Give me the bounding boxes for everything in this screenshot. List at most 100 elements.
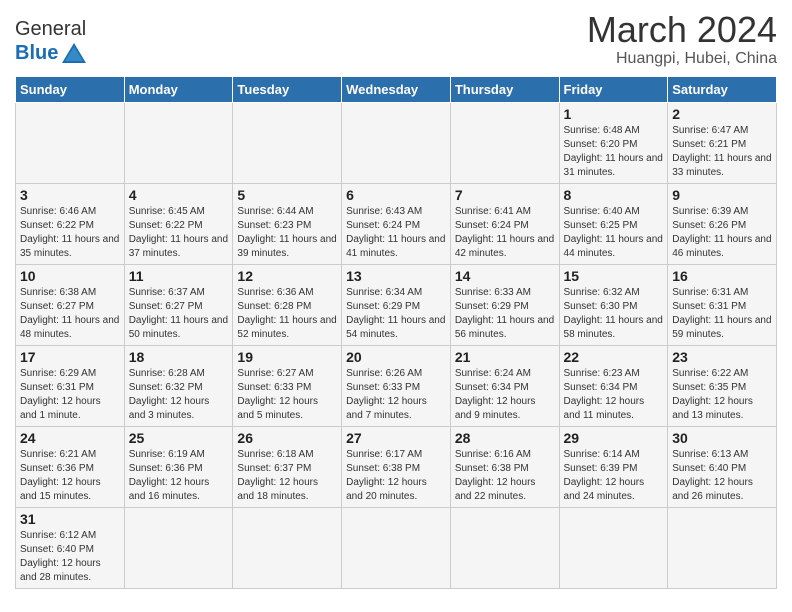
- day-info: Sunrise: 6:27 AM Sunset: 6:33 PM Dayligh…: [237, 367, 337, 423]
- calendar-week-row: 10 Sunrise: 6:38 AM Sunset: 6:27 PM Dayli…: [16, 264, 777, 345]
- page-header: General Blue March 2024 Huangpi, Hubei, …: [15, 10, 777, 68]
- day-info: Sunrise: 6:33 AM Sunset: 6:29 PM Dayligh…: [455, 286, 555, 342]
- day-number: 30: [672, 430, 772, 446]
- day-number: 19: [237, 349, 337, 365]
- calendar-cell: 25Sunrise: 6:19 AM Sunset: 6:36 PM Dayli…: [124, 426, 233, 507]
- day-info: Sunrise: 6:29 AM Sunset: 6:31 PM Dayligh…: [20, 367, 120, 423]
- calendar-cell: 9Sunrise: 6:39 AM Sunset: 6:26 PM Daylig…: [668, 183, 777, 264]
- calendar-cell: 6 Sunrise: 6:43 AM Sunset: 6:24 PM Daylig…: [342, 183, 451, 264]
- calendar-cell: 5Sunrise: 6:44 AM Sunset: 6:23 PM Daylig…: [233, 183, 342, 264]
- calendar-cell: [668, 507, 777, 588]
- day-info: Sunrise: 6:36 AM Sunset: 6:28 PM Dayligh…: [237, 286, 337, 342]
- calendar-cell: 24 Sunrise: 6:21 AM Sunset: 6:36 PM Dayli…: [16, 426, 125, 507]
- day-info: Sunrise: 6:38 AM Sunset: 6:27 PM Dayligh…: [20, 286, 120, 342]
- day-number: 12: [237, 268, 337, 284]
- calendar-cell: 28Sunrise: 6:16 AM Sunset: 6:38 PM Dayli…: [450, 426, 559, 507]
- calendar-cell: 1 Sunrise: 6:48 AM Sunset: 6:20 PM Daylig…: [559, 102, 668, 183]
- day-info: Sunrise: 6:45 AM Sunset: 6:22 PM Dayligh…: [129, 205, 229, 261]
- calendar-table: SundayMondayTuesdayWednesdayThursdayFrid…: [15, 76, 777, 589]
- calendar-cell: [342, 507, 451, 588]
- day-info: Sunrise: 6:23 AM Sunset: 6:34 PM Dayligh…: [564, 367, 664, 423]
- calendar-cell: 21Sunrise: 6:24 AM Sunset: 6:34 PM Dayli…: [450, 345, 559, 426]
- day-number: 6: [346, 187, 446, 203]
- calendar-cell: [450, 507, 559, 588]
- day-number: 17: [20, 349, 120, 365]
- weekday-header: Friday: [559, 76, 668, 102]
- day-number: 20: [346, 349, 446, 365]
- day-info: Sunrise: 6:41 AM Sunset: 6:24 PM Dayligh…: [455, 205, 555, 261]
- day-number: 23: [672, 349, 772, 365]
- day-number: 31: [20, 511, 120, 527]
- calendar-cell: [233, 102, 342, 183]
- calendar-cell: 8Sunrise: 6:40 AM Sunset: 6:25 PM Daylig…: [559, 183, 668, 264]
- logo-blue: Blue: [15, 42, 58, 65]
- logo-icon: [60, 41, 88, 65]
- day-info: Sunrise: 6:44 AM Sunset: 6:23 PM Dayligh…: [237, 205, 337, 261]
- weekday-header: Tuesday: [233, 76, 342, 102]
- day-info: Sunrise: 6:18 AM Sunset: 6:37 PM Dayligh…: [237, 448, 337, 504]
- day-number: 13: [346, 268, 446, 284]
- title-block: March 2024 Huangpi, Hubei, China: [587, 10, 777, 68]
- calendar-cell: 31 Sunrise: 6:12 AM Sunset: 6:40 PM Dayli…: [16, 507, 125, 588]
- calendar-cell: 22Sunrise: 6:23 AM Sunset: 6:34 PM Dayli…: [559, 345, 668, 426]
- day-info: Sunrise: 6:22 AM Sunset: 6:35 PM Dayligh…: [672, 367, 772, 423]
- calendar-cell: 23 Sunrise: 6:22 AM Sunset: 6:35 PM Dayli…: [668, 345, 777, 426]
- calendar-cell: [16, 102, 125, 183]
- day-info: Sunrise: 6:21 AM Sunset: 6:36 PM Dayligh…: [20, 448, 120, 504]
- weekday-header: Thursday: [450, 76, 559, 102]
- calendar-cell: 20 Sunrise: 6:26 AM Sunset: 6:33 PM Dayli…: [342, 345, 451, 426]
- calendar-cell: 17 Sunrise: 6:29 AM Sunset: 6:31 PM Dayli…: [16, 345, 125, 426]
- calendar-cell: [342, 102, 451, 183]
- calendar-week-row: 1 Sunrise: 6:48 AM Sunset: 6:20 PM Daylig…: [16, 102, 777, 183]
- calendar-cell: 29Sunrise: 6:14 AM Sunset: 6:39 PM Dayli…: [559, 426, 668, 507]
- calendar-cell: [124, 102, 233, 183]
- calendar-header-row: SundayMondayTuesdayWednesdayThursdayFrid…: [16, 76, 777, 102]
- weekday-header: Monday: [124, 76, 233, 102]
- day-number: 26: [237, 430, 337, 446]
- day-info: Sunrise: 6:19 AM Sunset: 6:36 PM Dayligh…: [129, 448, 229, 504]
- calendar-cell: 7 Sunrise: 6:41 AM Sunset: 6:24 PM Daylig…: [450, 183, 559, 264]
- logo: General Blue: [15, 18, 88, 65]
- day-number: 18: [129, 349, 229, 365]
- day-info: Sunrise: 6:34 AM Sunset: 6:29 PM Dayligh…: [346, 286, 446, 342]
- day-info: Sunrise: 6:48 AM Sunset: 6:20 PM Dayligh…: [564, 124, 664, 180]
- day-info: Sunrise: 6:17 AM Sunset: 6:38 PM Dayligh…: [346, 448, 446, 504]
- calendar-cell: [559, 507, 668, 588]
- day-number: 1: [564, 106, 664, 122]
- location-title: Huangpi, Hubei, China: [587, 50, 777, 68]
- calendar-cell: 3Sunrise: 6:46 AM Sunset: 6:22 PM Daylig…: [16, 183, 125, 264]
- calendar-week-row: 17 Sunrise: 6:29 AM Sunset: 6:31 PM Dayli…: [16, 345, 777, 426]
- day-info: Sunrise: 6:47 AM Sunset: 6:21 PM Dayligh…: [672, 124, 772, 180]
- calendar-cell: [124, 507, 233, 588]
- weekday-header: Saturday: [668, 76, 777, 102]
- day-number: 28: [455, 430, 555, 446]
- day-number: 15: [564, 268, 664, 284]
- day-info: Sunrise: 6:40 AM Sunset: 6:25 PM Dayligh…: [564, 205, 664, 261]
- calendar-cell: 15 Sunrise: 6:32 AM Sunset: 6:30 PM Dayli…: [559, 264, 668, 345]
- calendar-week-row: 31 Sunrise: 6:12 AM Sunset: 6:40 PM Dayli…: [16, 507, 777, 588]
- calendar-cell: 26 Sunrise: 6:18 AM Sunset: 6:37 PM Dayli…: [233, 426, 342, 507]
- day-number: 10: [20, 268, 120, 284]
- day-info: Sunrise: 6:14 AM Sunset: 6:39 PM Dayligh…: [564, 448, 664, 504]
- weekday-header: Sunday: [16, 76, 125, 102]
- day-info: Sunrise: 6:31 AM Sunset: 6:31 PM Dayligh…: [672, 286, 772, 342]
- day-info: Sunrise: 6:12 AM Sunset: 6:40 PM Dayligh…: [20, 529, 120, 585]
- calendar-cell: 2Sunrise: 6:47 AM Sunset: 6:21 PM Daylig…: [668, 102, 777, 183]
- day-number: 11: [129, 268, 229, 284]
- day-info: Sunrise: 6:37 AM Sunset: 6:27 PM Dayligh…: [129, 286, 229, 342]
- day-number: 24: [20, 430, 120, 446]
- day-info: Sunrise: 6:26 AM Sunset: 6:33 PM Dayligh…: [346, 367, 446, 423]
- day-number: 27: [346, 430, 446, 446]
- day-number: 21: [455, 349, 555, 365]
- calendar-cell: 11 Sunrise: 6:37 AM Sunset: 6:27 PM Dayli…: [124, 264, 233, 345]
- calendar-cell: 16 Sunrise: 6:31 AM Sunset: 6:31 PM Dayli…: [668, 264, 777, 345]
- day-info: Sunrise: 6:43 AM Sunset: 6:24 PM Dayligh…: [346, 205, 446, 261]
- day-number: 7: [455, 187, 555, 203]
- day-info: Sunrise: 6:32 AM Sunset: 6:30 PM Dayligh…: [564, 286, 664, 342]
- day-number: 16: [672, 268, 772, 284]
- calendar-cell: 4Sunrise: 6:45 AM Sunset: 6:22 PM Daylig…: [124, 183, 233, 264]
- calendar-cell: 13 Sunrise: 6:34 AM Sunset: 6:29 PM Dayli…: [342, 264, 451, 345]
- calendar-cell: 30Sunrise: 6:13 AM Sunset: 6:40 PM Dayli…: [668, 426, 777, 507]
- calendar-week-row: 3Sunrise: 6:46 AM Sunset: 6:22 PM Daylig…: [16, 183, 777, 264]
- calendar-cell: 14Sunrise: 6:33 AM Sunset: 6:29 PM Dayli…: [450, 264, 559, 345]
